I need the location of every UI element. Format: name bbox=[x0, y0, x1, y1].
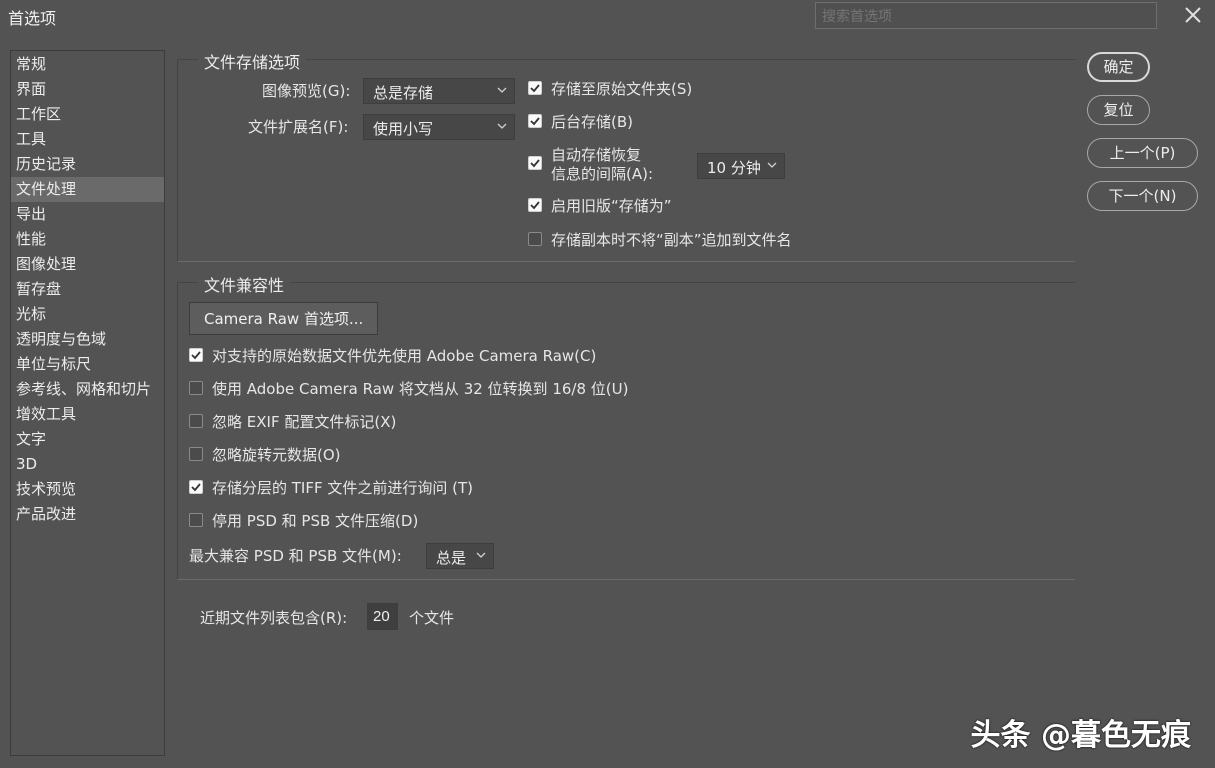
legacy-save-as-checkbox[interactable] bbox=[528, 198, 542, 212]
sidebar-item[interactable]: 3D bbox=[11, 452, 164, 477]
save-original-folder-label: 存储至原始文件夹(S) bbox=[551, 80, 693, 98]
sidebar-item[interactable]: 增效工具 bbox=[11, 402, 164, 427]
sidebar-item[interactable]: 技术预览 bbox=[11, 477, 164, 502]
image-preview-value: 总是存储 bbox=[373, 84, 434, 102]
sidebar-item[interactable]: 参考线、网格和切片 bbox=[11, 377, 164, 402]
recent-files-input[interactable] bbox=[367, 603, 398, 630]
check-icon bbox=[191, 483, 201, 492]
compat-option-checkbox[interactable] bbox=[189, 513, 203, 527]
sidebar-item[interactable]: 导出 bbox=[11, 202, 164, 227]
sidebar-item[interactable]: 图像处理 bbox=[11, 252, 164, 277]
check-icon bbox=[530, 201, 540, 210]
sidebar-item[interactable]: 工具 bbox=[11, 127, 164, 152]
check-icon bbox=[530, 117, 540, 126]
prev-button[interactable]: 上一个(P) bbox=[1087, 138, 1198, 168]
no-copy-suffix-checkbox[interactable] bbox=[528, 232, 542, 246]
compat-option-checkbox[interactable] bbox=[189, 381, 203, 395]
sidebar-item[interactable]: 光标 bbox=[11, 302, 164, 327]
compat-option-label: 忽略 EXIF 配置文件标记(X) bbox=[212, 413, 397, 431]
no-copy-suffix-label: 存储副本时不将“副本”追加到文件名 bbox=[551, 231, 792, 249]
sidebar-item[interactable]: 性能 bbox=[11, 227, 164, 252]
check-icon bbox=[191, 351, 201, 360]
reset-button[interactable]: 复位 bbox=[1087, 95, 1150, 125]
camera-raw-preferences-button[interactable]: Camera Raw 首选项... bbox=[189, 302, 379, 335]
sidebar-item[interactable]: 透明度与色域 bbox=[11, 327, 164, 352]
sidebar-item[interactable]: 文字 bbox=[11, 427, 164, 452]
sidebar-item[interactable]: 界面 bbox=[11, 77, 164, 102]
check-icon bbox=[530, 159, 540, 168]
auto-save-label-1: 自动存储恢复 bbox=[551, 146, 642, 164]
auto-save-interval-select[interactable]: 10 分钟 bbox=[697, 153, 785, 179]
compat-option-label: 存储分层的 TIFF 文件之前进行询问 (T) bbox=[212, 479, 474, 497]
close-icon bbox=[1185, 7, 1201, 23]
sidebar-item[interactable]: 产品改进 bbox=[11, 502, 164, 527]
extension-label: 文件扩展名(F): bbox=[248, 118, 349, 136]
compat-option-checkbox[interactable] bbox=[189, 348, 203, 362]
legacy-save-as-label: 启用旧版“存储为” bbox=[551, 197, 672, 215]
recent-files-label: 近期文件列表包含(R): bbox=[200, 609, 348, 627]
save-background-label: 后台存储(B) bbox=[551, 113, 633, 131]
max-compat-label: 最大兼容 PSD 和 PSB 文件(M): bbox=[189, 547, 402, 565]
sidebar-item[interactable]: 常规 bbox=[11, 52, 164, 77]
compat-option-checkbox[interactable] bbox=[189, 414, 203, 428]
chevron-down-icon bbox=[497, 123, 507, 129]
max-compat-value: 总是 bbox=[436, 549, 467, 567]
sidebar: 常规 界面 工作区 工具 历史记录 文件处理 导出 性能 图像处理 暂存盘 光标 透明度与色域 单位与标… bbox=[10, 50, 165, 756]
compat-option-label: 停用 PSD 和 PSB 文件压缩(D) bbox=[212, 512, 419, 530]
max-compat-select[interactable]: 总是 bbox=[426, 543, 494, 569]
compat-option-label: 使用 Adobe Camera Raw 将文档从 32 位转换到 16/8 位(… bbox=[212, 380, 629, 398]
compat-option-label: 忽略旋转元数据(O) bbox=[212, 446, 341, 464]
compat-option-label: 对支持的原始数据文件优先使用 Adobe Camera Raw(C) bbox=[212, 347, 597, 365]
sidebar-item[interactable]: 工作区 bbox=[11, 102, 164, 127]
auto-save-checkbox[interactable] bbox=[528, 156, 542, 170]
save-original-folder-checkbox[interactable] bbox=[528, 81, 542, 95]
sidebar-item[interactable]: 单位与标尺 bbox=[11, 352, 164, 377]
compatibility-legend: 文件兼容性 bbox=[198, 272, 291, 296]
sidebar-item[interactable]: 暂存盘 bbox=[11, 277, 164, 302]
chevron-down-icon bbox=[497, 87, 507, 93]
auto-save-interval-value: 10 分钟 bbox=[707, 159, 761, 177]
extension-select[interactable]: 使用小写 bbox=[363, 114, 515, 140]
compat-option-checkbox[interactable] bbox=[189, 480, 203, 494]
auto-save-label-2: 信息的间隔(A): bbox=[551, 165, 654, 183]
file-saving-legend: 文件存储选项 bbox=[198, 49, 307, 73]
chevron-down-icon bbox=[476, 552, 486, 558]
sidebar-item[interactable]: 文件处理 bbox=[11, 177, 164, 202]
watermark: 头条 @暮色无痕 bbox=[970, 718, 1191, 753]
chevron-down-icon bbox=[767, 162, 777, 168]
window-title: 首选项 bbox=[8, 9, 57, 28]
next-button[interactable]: 下一个(N) bbox=[1087, 181, 1198, 211]
save-background-checkbox[interactable] bbox=[528, 114, 542, 128]
extension-value: 使用小写 bbox=[373, 120, 434, 138]
sidebar-item[interactable]: 历史记录 bbox=[11, 152, 164, 177]
check-icon bbox=[530, 84, 540, 93]
image-preview-select[interactable]: 总是存储 bbox=[363, 78, 515, 104]
close-button[interactable] bbox=[1182, 4, 1204, 26]
image-preview-label: 图像预览(G): bbox=[262, 82, 351, 100]
recent-files-suffix: 个文件 bbox=[409, 609, 455, 627]
search-input[interactable] bbox=[815, 2, 1157, 29]
compat-option-checkbox[interactable] bbox=[189, 447, 203, 461]
ok-button[interactable]: 确定 bbox=[1087, 52, 1150, 82]
